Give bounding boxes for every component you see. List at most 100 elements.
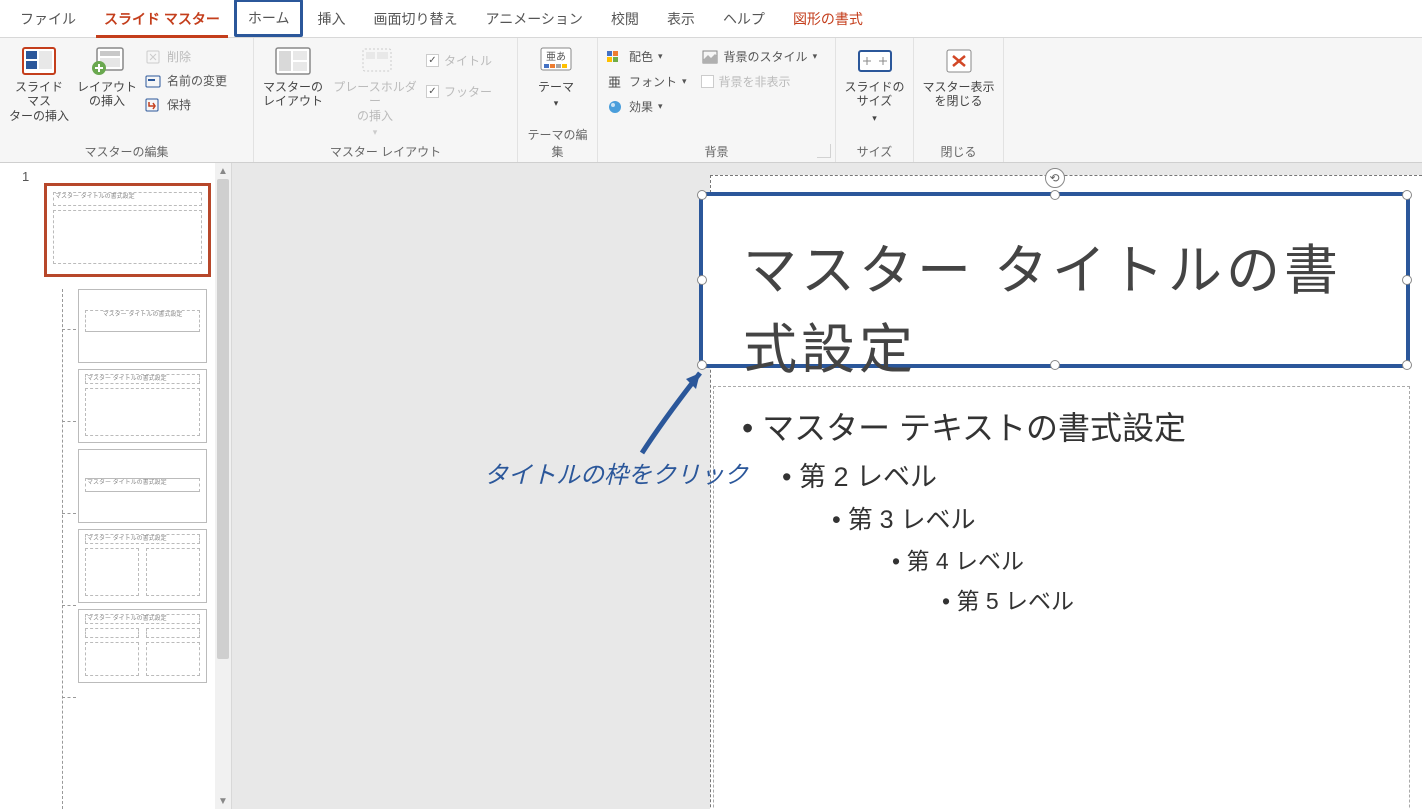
checkbox-icon: ✓ [426, 54, 439, 67]
annotation-arrow-icon [634, 359, 714, 459]
tab-view[interactable]: 表示 [653, 0, 709, 37]
body-placeholder[interactable]: マスター テキストの書式設定 第 2 レベル 第 3 レベル 第 4 レベル 第… [713, 386, 1410, 809]
title-placeholder[interactable]: ⟲ マスター タイトルの書式設定 [699, 192, 1410, 368]
rotate-handle-icon[interactable]: ⟲ [1045, 168, 1065, 188]
effects-button[interactable]: 効果 ▾ [606, 96, 687, 117]
theme-button[interactable]: 亜あ テーマ ▾ [526, 44, 586, 109]
workspace: 1 マスター タイトルの書式設定 マスター タイトルの書式設定 マスター タイト… [0, 163, 1422, 809]
thumbnail-pane: 1 マスター タイトルの書式設定 マスター タイトルの書式設定 マスター タイト… [0, 163, 232, 809]
theme-label: テーマ [538, 80, 574, 94]
tab-home[interactable]: ホーム [234, 0, 304, 37]
scroll-down-icon[interactable]: ▼ [215, 793, 231, 809]
group-background: 配色 ▾ 亜 フォント ▾ 効果 ▾ 背景のスタイル ▾ [598, 38, 836, 162]
thumb-body-placeholder [53, 210, 202, 264]
delete-label: 削除 [167, 48, 191, 65]
slide-canvas[interactable]: ⟲ マスター タイトルの書式設定 マスター テキストの書式設定 第 2 レベル … [232, 163, 1422, 809]
resize-handle[interactable] [1050, 190, 1060, 200]
layout-thumbnail[interactable]: マスター タイトルの書式設定 [78, 289, 207, 363]
bg-style-icon [701, 49, 719, 65]
delete-button: 削除 [144, 46, 227, 67]
group-label-background: 背景 [606, 139, 827, 162]
scroll-up-icon[interactable]: ▲ [215, 163, 231, 179]
tab-review[interactable]: 校閲 [597, 0, 653, 37]
scroll-thumb[interactable] [217, 179, 229, 659]
insert-placeholder-label: プレースホルダー の挿入 [330, 80, 420, 123]
footer-checkbox-label: フッター [444, 83, 492, 100]
insert-layout-button[interactable]: レイアウト の挿入 [76, 44, 138, 109]
title-text[interactable]: マスター タイトルの書式設定 [703, 196, 1406, 384]
group-master-layout: マスターの レイアウト プレースホルダー の挿入 ▾ ✓ タイトル ✓ フッター… [254, 38, 518, 162]
tab-insert[interactable]: 挿入 [303, 0, 359, 37]
resize-handle[interactable] [1050, 360, 1060, 370]
title-checkbox: ✓ タイトル [426, 50, 492, 71]
hide-bg-label: 背景を非表示 [719, 73, 791, 90]
preserve-button[interactable]: 保持 [144, 94, 227, 115]
master-layout-label: マスターの レイアウト [263, 80, 323, 109]
chevron-down-icon: ▾ [373, 127, 378, 138]
tab-transitions[interactable]: 画面切り替え [359, 0, 471, 37]
body-level-5: 第 5 レベル [942, 582, 1381, 616]
group-label-edit-theme: テーマの編集 [526, 122, 589, 162]
layout-thumbnail[interactable]: マスター タイトルの書式設定 [78, 449, 207, 523]
theme-icon: 亜あ [538, 46, 574, 76]
colors-label: 配色 [629, 48, 653, 65]
fonts-button[interactable]: 亜 フォント ▾ [606, 71, 687, 92]
bg-style-button[interactable]: 背景のスタイル ▾ [701, 46, 818, 67]
thumbnail-scrollbar[interactable]: ▲ ▼ [215, 163, 231, 809]
colors-button[interactable]: 配色 ▾ [606, 46, 687, 67]
chevron-down-icon: ▾ [813, 51, 818, 62]
delete-icon [144, 49, 162, 65]
master-layout-button[interactable]: マスターの レイアウト [262, 44, 324, 109]
thumb-title-placeholder: マスター タイトルの書式設定 [53, 192, 202, 206]
chevron-down-icon: ▾ [554, 98, 559, 109]
insert-placeholder-button: プレースホルダー の挿入 ▾ [330, 44, 420, 138]
tab-file[interactable]: ファイル [6, 0, 90, 37]
body-level-4: 第 4 レベル [892, 542, 1381, 576]
close-icon [941, 46, 977, 76]
group-label-master-layout: マスター レイアウト [262, 139, 509, 162]
preserve-label: 保持 [167, 96, 191, 113]
group-label-size: サイズ [844, 139, 905, 162]
chevron-down-icon: ▾ [658, 101, 663, 112]
slide-size-label: スライドの サイズ [844, 80, 904, 109]
layout-tree-line [62, 289, 63, 809]
svg-text:亜あ: 亜あ [546, 51, 566, 63]
body-level-1: マスター テキストの書式設定 [742, 403, 1381, 449]
tab-slide-master[interactable]: スライド マスター [90, 0, 234, 37]
layout-thumbnail[interactable]: マスター タイトルの書式設定 [78, 529, 207, 603]
tab-animations[interactable]: アニメーション [471, 0, 596, 37]
insert-slide-master-button[interactable]: スライド マス ターの挿入 [8, 44, 70, 123]
resize-handle[interactable] [697, 275, 707, 285]
bg-style-label: 背景のスタイル [724, 48, 808, 65]
group-close: マスター表示 を閉じる 閉じる [914, 38, 1004, 162]
group-edit-master: スライド マス ターの挿入 レイアウト の挿入 削除 名前の変更 保持 [0, 38, 254, 162]
chevron-down-icon: ▾ [658, 51, 663, 62]
resize-handle[interactable] [1402, 360, 1412, 370]
footer-checkbox: ✓ フッター [426, 81, 492, 102]
fonts-label: フォント [629, 73, 677, 90]
slide-size-button[interactable]: スライドの サイズ ▾ [844, 44, 905, 124]
chevron-down-icon: ▾ [682, 76, 687, 87]
slide: ⟲ マスター タイトルの書式設定 マスター テキストの書式設定 第 2 レベル … [710, 175, 1422, 809]
close-master-button[interactable]: マスター表示 を閉じる [922, 44, 995, 109]
rename-label: 名前の変更 [167, 72, 227, 89]
master-layout-icon [275, 46, 311, 76]
rename-icon [144, 73, 162, 89]
group-edit-theme: 亜あ テーマ ▾ テーマの編集 [518, 38, 598, 162]
slide-size-icon [857, 46, 893, 76]
insert-layout-label: レイアウト の挿入 [77, 80, 137, 109]
resize-handle[interactable] [1402, 275, 1412, 285]
colors-icon [606, 49, 624, 65]
layout-thumbnail[interactable]: マスター タイトルの書式設定 [78, 609, 207, 683]
resize-handle[interactable] [1402, 190, 1412, 200]
tab-shape-format[interactable]: 図形の書式 [779, 0, 877, 37]
master-thumbnail[interactable]: マスター タイトルの書式設定 [44, 183, 211, 277]
tab-help[interactable]: ヘルプ [709, 0, 779, 37]
placeholder-icon [357, 46, 393, 76]
resize-handle[interactable] [697, 190, 707, 200]
resize-handle[interactable] [697, 360, 707, 370]
body-level-3: 第 3 レベル [832, 500, 1381, 536]
dialog-launcher-icon[interactable] [817, 144, 831, 158]
rename-button[interactable]: 名前の変更 [144, 70, 227, 91]
layout-thumbnail[interactable]: マスター タイトルの書式設定 [78, 369, 207, 443]
